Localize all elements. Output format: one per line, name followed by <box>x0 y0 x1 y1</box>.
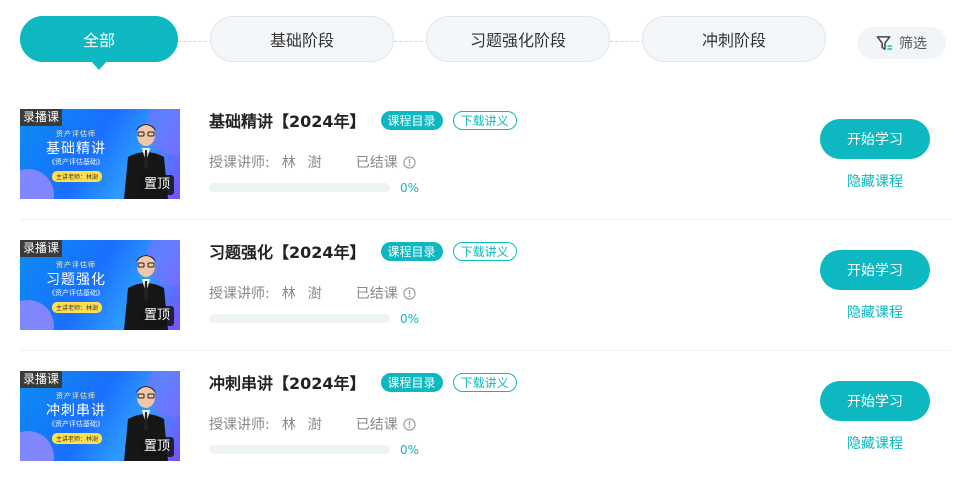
recorded-badge: 录播课 <box>20 240 63 257</box>
teacher-label: 授课讲师: <box>209 155 270 171</box>
course-item: 录播课 资产评估师 冲刺串讲 《资产评估基础》 主讲老师：林澍 置顶 冲刺串讲【… <box>20 371 950 471</box>
course-title[interactable]: 冲刺串讲【2024年】 <box>209 370 366 394</box>
cover-teacher-tag: 主讲老师：林澍 <box>52 433 103 444</box>
cover-title: 冲刺串讲 <box>46 403 106 419</box>
teacher-name: 林澍 <box>281 286 334 302</box>
info-icon[interactable] <box>403 417 416 431</box>
teacher-name: 林澍 <box>281 155 334 171</box>
course-title-row: 冲刺串讲【2024年】 课程目录 下载讲义 <box>209 371 517 393</box>
cover-teacher-tag: 主讲老师：林澍 <box>52 302 103 313</box>
course-catalog-button[interactable]: 课程目录 <box>380 110 443 130</box>
cover-title: 习题强化 <box>46 272 106 288</box>
course-catalog-button[interactable]: 课程目录 <box>380 372 443 392</box>
teacher-name: 林澍 <box>281 417 334 433</box>
stage-tabs: 全部 基础阶段 习题强化阶段 冲刺阶段 筛选 <box>0 0 973 80</box>
hide-course-link[interactable]: 隐藏课程 <box>820 433 930 453</box>
course-catalog-button[interactable]: 课程目录 <box>380 241 443 261</box>
hide-course-link[interactable]: 隐藏课程 <box>820 171 930 191</box>
cover-subtitle: 《资产评估基础》 <box>48 289 104 297</box>
tab-connector <box>394 41 428 42</box>
progress-percent: 0% <box>400 312 420 326</box>
recorded-badge: 录播课 <box>20 371 63 388</box>
filter-label: 筛选 <box>899 36 927 52</box>
progress-bar <box>209 314 390 323</box>
course-meta: 授课讲师: 林澍 已结课 <box>209 152 416 172</box>
start-learning-button[interactable]: 开始学习 <box>820 250 930 290</box>
start-learning-button[interactable]: 开始学习 <box>820 381 930 421</box>
cover-subtitle: 《资产评估基础》 <box>48 158 104 166</box>
tab-connector <box>610 41 644 42</box>
course-status: 已结课 <box>355 286 398 302</box>
download-handout-button[interactable]: 下载讲义 <box>452 372 517 392</box>
course-cover[interactable]: 录播课 资产评估师 冲刺串讲 《资产评估基础》 主讲老师：林澍 置顶 <box>20 371 180 461</box>
course-status: 已结课 <box>355 155 398 171</box>
course-status: 已结课 <box>355 417 398 433</box>
course-item: 录播课 资产评估师 基础精讲 《资产评估基础》 主讲老师：林澍 置顶 基础精讲【… <box>20 109 950 220</box>
info-icon[interactable] <box>403 286 416 300</box>
filter-icon <box>876 35 893 50</box>
progress-bar <box>209 183 390 192</box>
tab-exercise-stage[interactable]: 习题强化阶段 <box>426 16 610 62</box>
teacher-label: 授课讲师: <box>209 286 270 302</box>
progress-bar <box>209 445 390 454</box>
pinned-badge: 置顶 <box>139 437 174 457</box>
course-cover[interactable]: 录播课 资产评估师 基础精讲 《资产评估基础》 主讲老师：林澍 置顶 <box>20 109 180 199</box>
hide-course-link[interactable]: 隐藏课程 <box>820 302 930 322</box>
course-title-row: 基础精讲【2024年】 课程目录 下载讲义 <box>209 109 517 131</box>
course-meta: 授课讲师: 林澍 已结课 <box>209 414 416 434</box>
pinned-badge: 置顶 <box>139 306 174 326</box>
course-title-row: 习题强化【2024年】 课程目录 下载讲义 <box>209 240 517 262</box>
course-title[interactable]: 基础精讲【2024年】 <box>209 108 366 132</box>
tab-basic-stage[interactable]: 基础阶段 <box>210 16 394 62</box>
progress-percent: 0% <box>400 443 420 457</box>
course-cover[interactable]: 录播课 资产评估师 习题强化 《资产评估基础》 主讲老师：林澍 置顶 <box>20 240 180 330</box>
filter-button[interactable]: 筛选 <box>857 27 946 59</box>
course-meta: 授课讲师: 林澍 已结课 <box>209 283 416 303</box>
start-learning-button[interactable]: 开始学习 <box>820 119 930 159</box>
cover-subtitle: 《资产评估基础》 <box>48 420 104 428</box>
pinned-badge: 置顶 <box>139 175 174 195</box>
course-item: 录播课 资产评估师 习题强化 《资产评估基础》 主讲老师：林澍 置顶 习题强化【… <box>20 240 950 351</box>
cover-teacher-tag: 主讲老师：林澍 <box>52 171 103 182</box>
cover-title: 基础精讲 <box>46 141 106 157</box>
progress-percent: 0% <box>400 181 420 195</box>
info-icon[interactable] <box>403 155 416 169</box>
teacher-label: 授课讲师: <box>209 417 270 433</box>
recorded-badge: 录播课 <box>20 109 63 126</box>
tab-sprint-stage[interactable]: 冲刺阶段 <box>642 16 826 62</box>
tab-connector <box>178 41 212 42</box>
tab-all[interactable]: 全部 <box>20 16 178 70</box>
download-handout-button[interactable]: 下载讲义 <box>452 241 517 261</box>
download-handout-button[interactable]: 下载讲义 <box>452 110 517 130</box>
course-title[interactable]: 习题强化【2024年】 <box>209 239 366 263</box>
